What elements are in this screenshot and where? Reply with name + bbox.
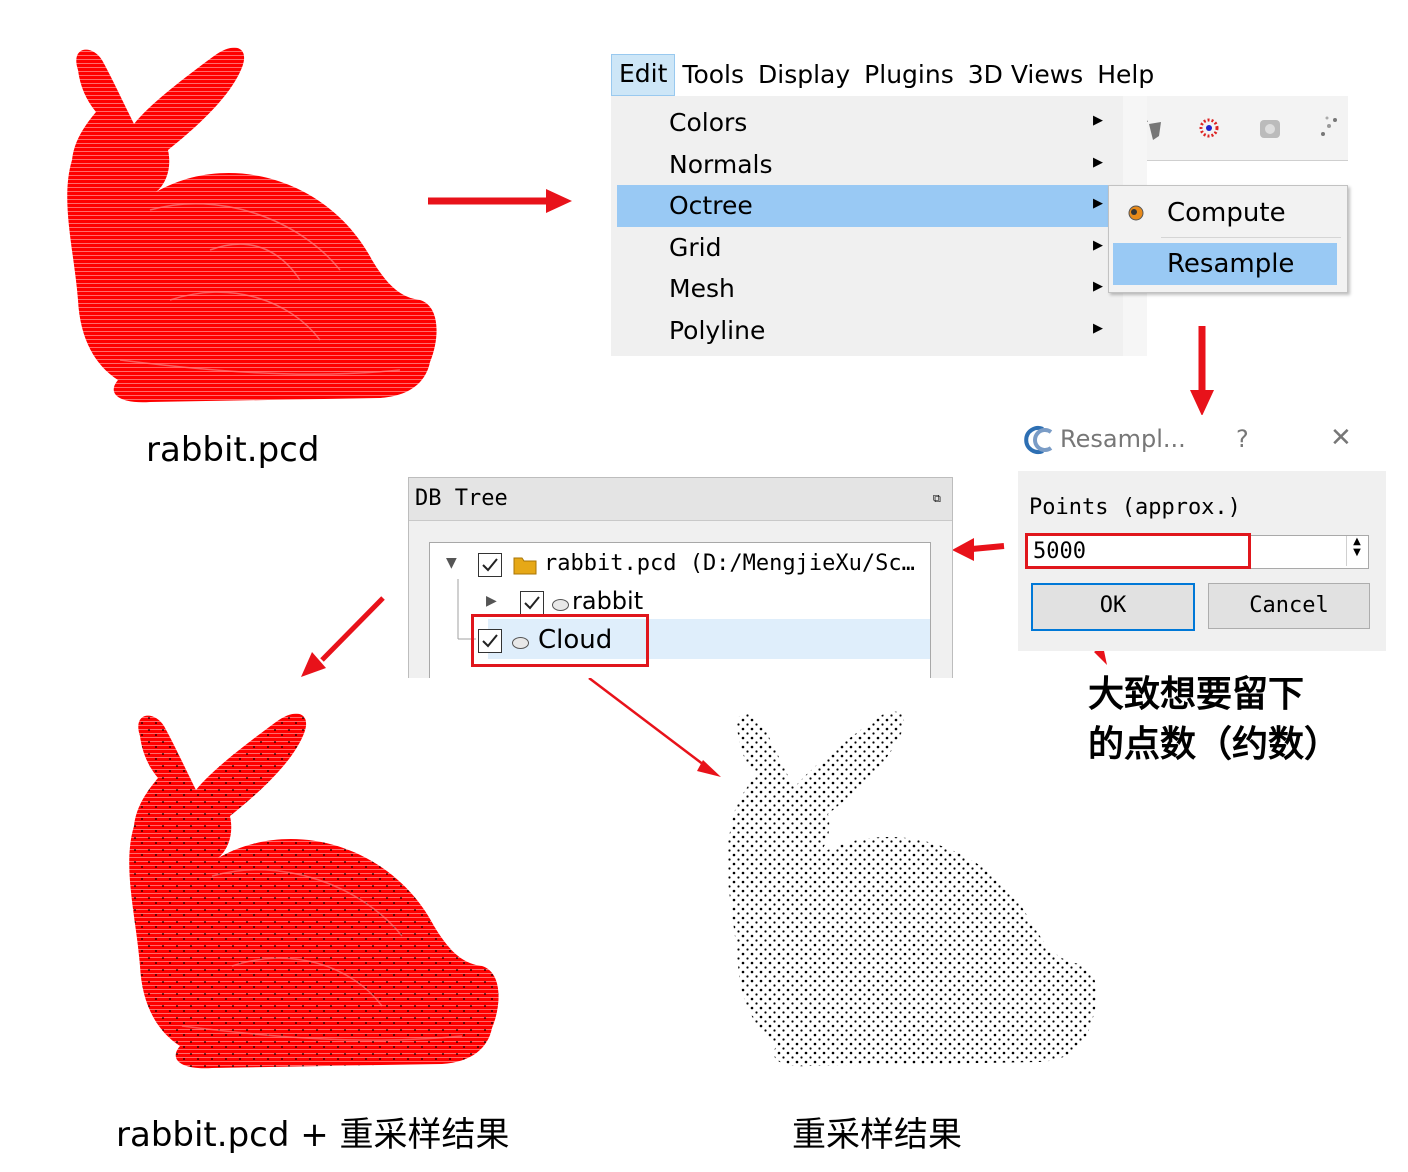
spin-down-icon[interactable]: ▼ [1347,547,1367,558]
submenu-arrow-icon: ▶ [1093,155,1103,170]
menu-item-label: Colors [669,108,748,137]
submenu-arrow-icon: ▶ [1093,113,1103,128]
submenu-item-resample[interactable]: Resample [1113,243,1337,285]
spin-up-icon[interactable]: ▲ [1347,536,1367,547]
points-label: Points (approx.) [1029,495,1241,520]
db-tree-header: DB Tree ⧉ [409,478,952,521]
collapsed-arrow-icon[interactable]: ▶ [486,593,497,609]
menu-item-label: Octree [669,191,753,220]
original-cloud [67,47,437,403]
spin-buttons[interactable]: ▲ ▼ [1346,536,1367,566]
menu-item-label: Polyline [669,316,766,345]
sample-points-icon[interactable] [1199,118,1219,138]
menu-edit[interactable]: Edit [611,54,676,96]
menu-item-octree[interactable]: Octree ▶ [617,185,1111,227]
submenu-item-compute[interactable]: Compute [1113,192,1337,234]
menu-display[interactable]: Display [751,55,857,95]
submenu-arrow-icon: ▶ [1093,238,1103,253]
menubar: Edit Tools Display Plugins 3D Views Help [611,54,1161,96]
tree-row-label: rabbit.pcd (D:/MengjieXu/Sc… [544,551,915,576]
help-icon[interactable]: ? [1236,425,1249,453]
octree-submenu: Compute Resample [1108,185,1348,293]
menu-item-label: Normals [669,150,773,179]
submenu-item-label: Resample [1167,249,1295,279]
ok-button[interactable]: OK [1031,583,1195,631]
menu-item-mesh[interactable]: Mesh ▶ [617,268,1111,310]
menu-item-colors[interactable]: Colors ▶ [617,102,1111,144]
menu-item-label: Grid [669,233,722,262]
original-caption: rabbit.pcd [146,430,320,470]
menu-item-normals[interactable]: Normals ▶ [617,144,1111,186]
menu-plugins[interactable]: Plugins [857,55,961,95]
cloud-sphere-icon[interactable] [1260,120,1280,138]
annotation-line-2: 的点数（约数） [1088,724,1341,765]
combined-cloud [129,713,499,1069]
tree-row-label: rabbit [572,587,644,615]
cloudcompare-logo-icon [1024,426,1053,454]
menu-3d-views[interactable]: 3D Views [961,55,1090,95]
close-icon[interactable]: ✕ [1330,423,1352,453]
toolbar-icons [1138,114,1337,140]
float-panel-icon[interactable]: ⧉ [933,492,941,506]
cancel-button[interactable]: Cancel [1208,583,1370,629]
scatter-icon[interactable] [1321,116,1337,137]
db-tree-title: DB Tree [415,486,508,511]
expanded-arrow-icon[interactable]: ▼ [446,555,457,571]
submenu-arrow-icon: ▶ [1093,321,1103,336]
checkbox-file[interactable] [478,553,502,577]
edit-menu: Colors ▶ Normals ▶ Octree ▶ Grid ▶ Mesh ▶ Pol… [611,96,1124,356]
result-caption: 重采样结果 [792,1115,962,1155]
annotation-line-1: 大致想要留下 [1088,674,1305,715]
dialog-title: Resampl... [1060,425,1186,453]
cloud-highlight-box [471,614,649,667]
points-annotation: 大致想要留下 的点数（约数） [1088,670,1340,770]
toolbar [1123,96,1348,161]
menu-help[interactable]: Help [1090,55,1161,95]
menu-tools[interactable]: Tools [675,55,751,95]
compute-icon [1128,205,1144,221]
submenu-arrow-icon: ▶ [1093,279,1103,294]
resampled-cloud [727,711,1097,1067]
resample-dialog-titlebar[interactable]: Resampl... ? ✕ [1018,415,1386,467]
checkbox-rabbit[interactable] [520,591,544,615]
menu-item-polyline[interactable]: Polyline ▶ [617,310,1111,352]
menu-item-label: Mesh [669,274,735,303]
combined-caption: rabbit.pcd + 重采样结果 [116,1115,510,1155]
folder-icon [513,557,537,575]
submenu-arrow-icon: ▶ [1093,196,1103,211]
submenu-item-label: Compute [1167,198,1286,228]
cloud-icon [552,599,569,611]
submenu-separator [1161,237,1341,238]
menu-item-grid[interactable]: Grid ▶ [617,227,1111,269]
points-highlight-box [1025,533,1251,569]
